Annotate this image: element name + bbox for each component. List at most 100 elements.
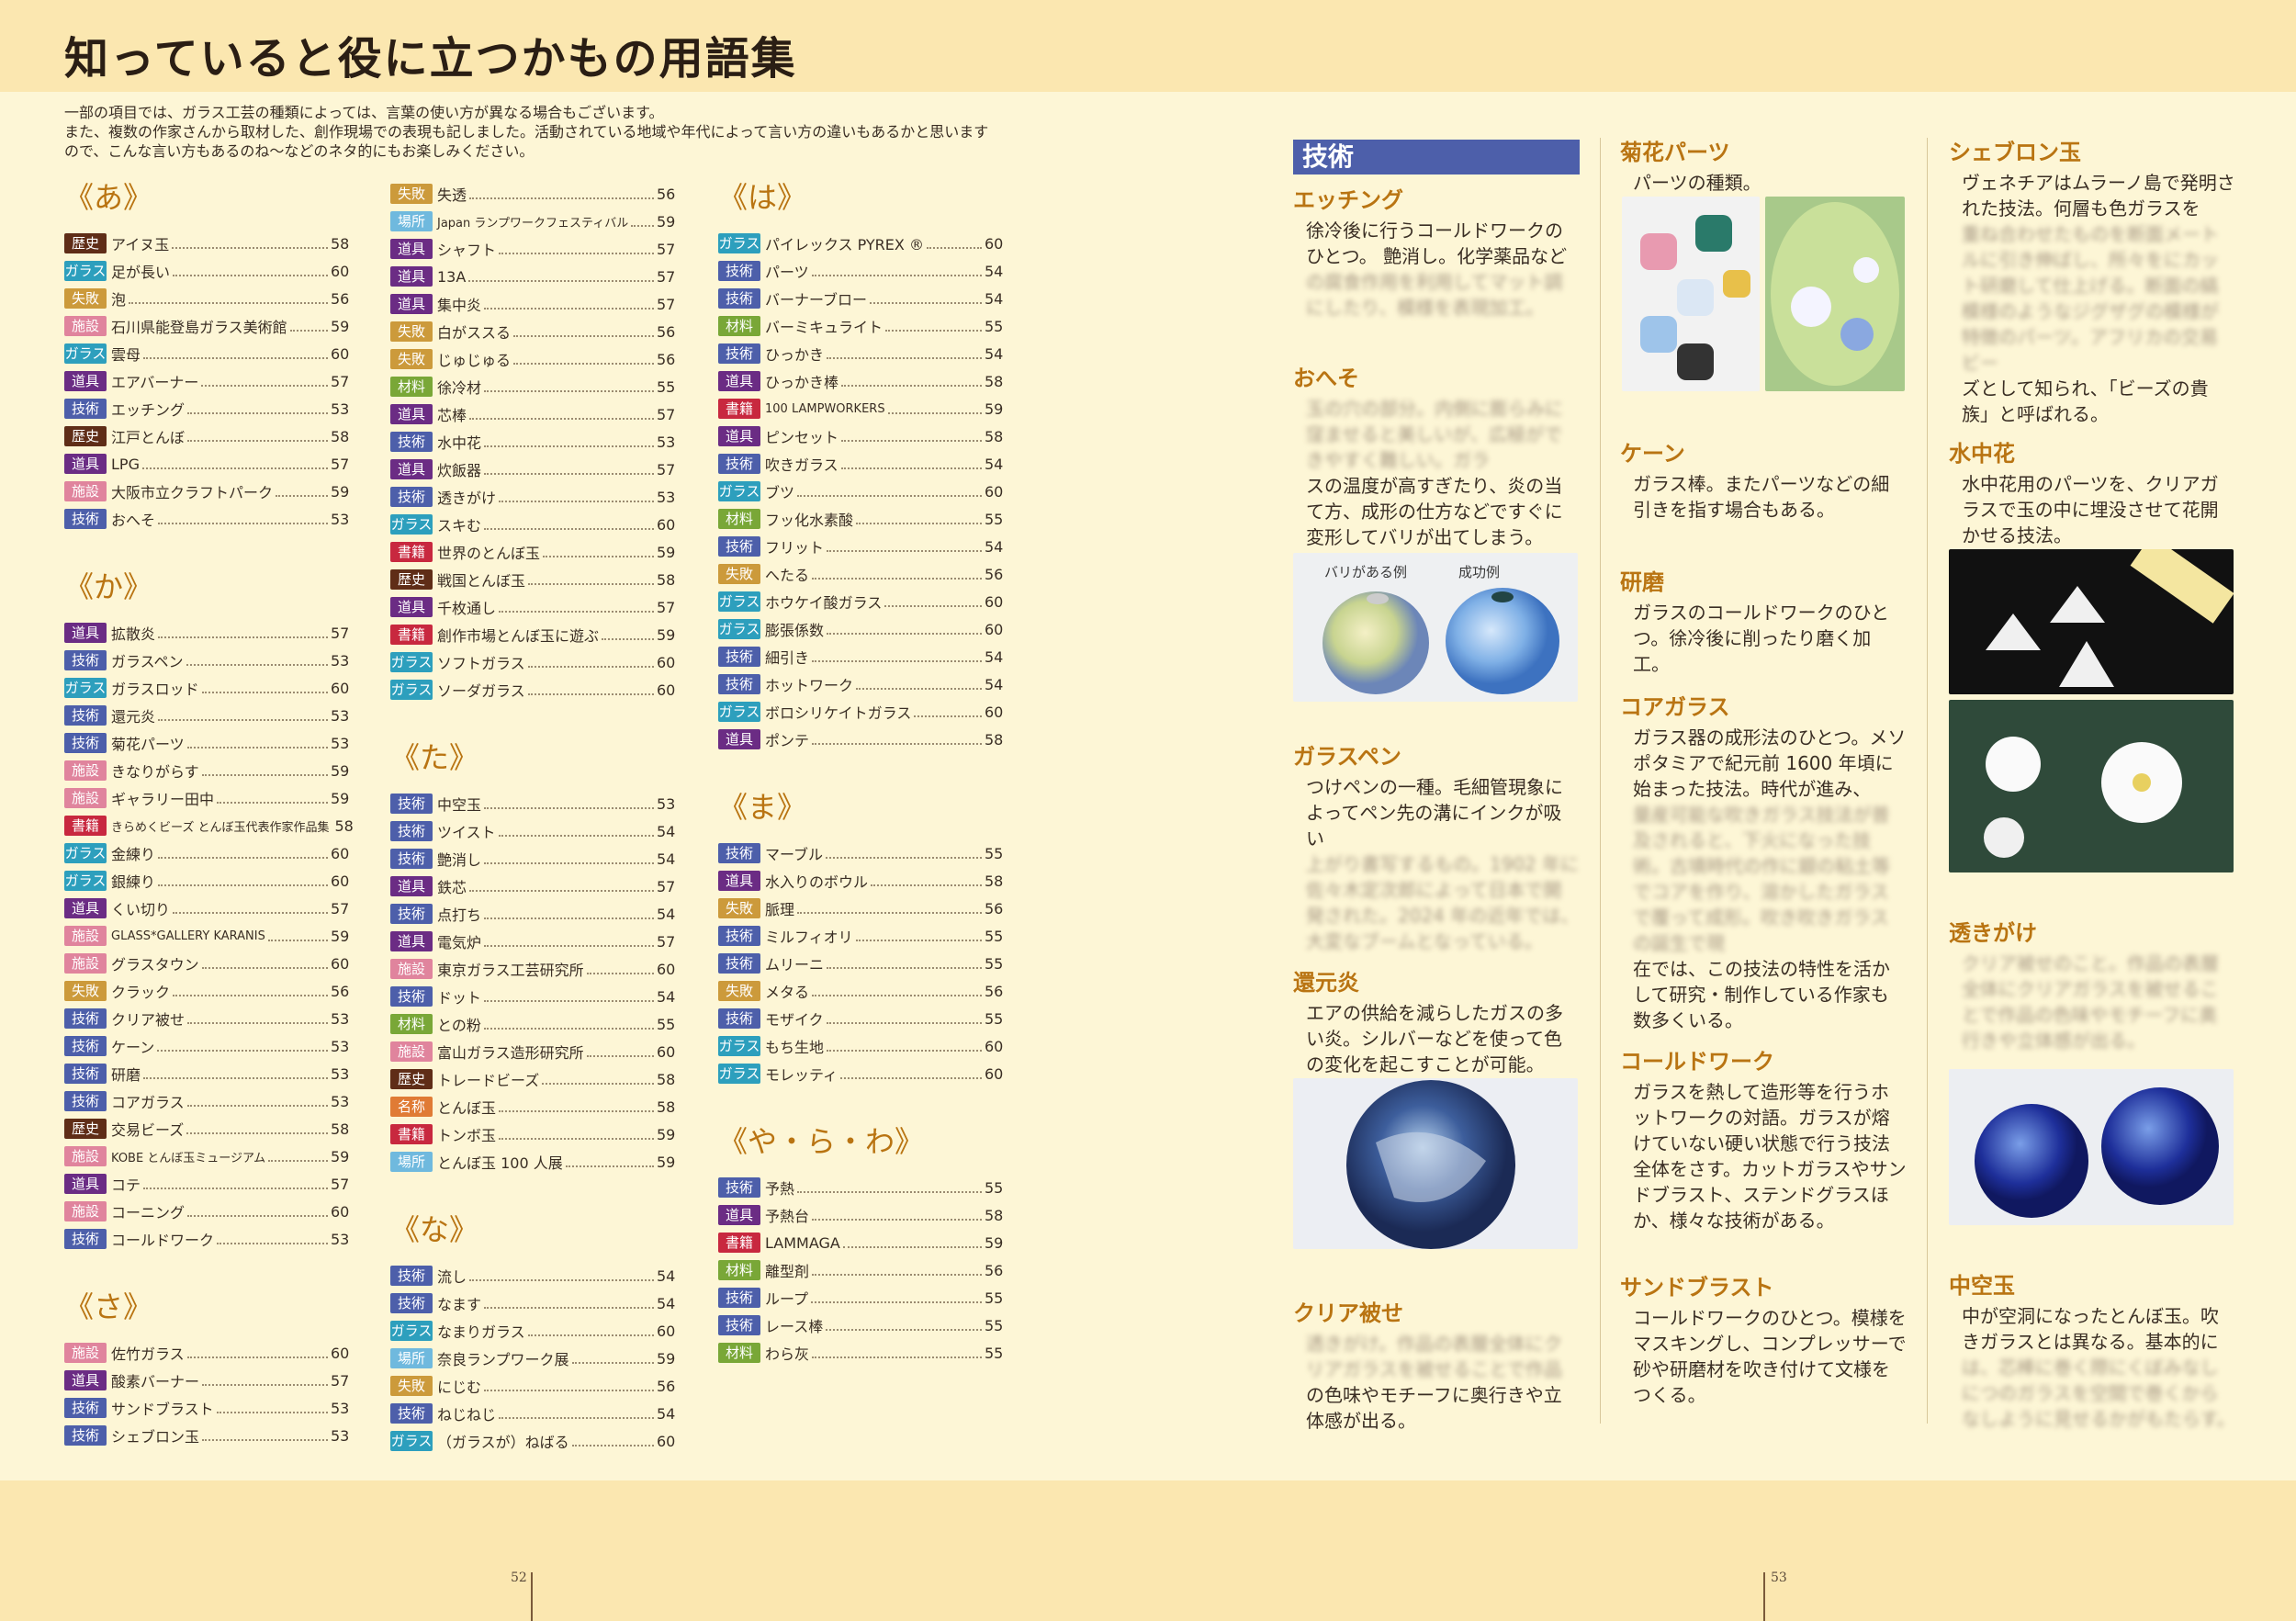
- page-ref: 56: [657, 322, 676, 341]
- page-ref: 55: [985, 510, 1004, 528]
- index-entry: ガラス もち生地 60: [718, 1032, 1003, 1060]
- page-ref: 58: [331, 234, 350, 253]
- entry-term: コテ: [111, 1176, 141, 1194]
- category-tag: 場所: [390, 211, 433, 231]
- page-ref: 60: [985, 482, 1004, 501]
- term-desc: パーツの種類。: [1633, 172, 1761, 194]
- category-tag: 技術: [390, 794, 433, 814]
- category-tag: ガラス: [718, 1036, 760, 1056]
- entry-term: ボロシリケイトガラス: [765, 704, 912, 722]
- page-number-left: 52: [511, 1570, 527, 1585]
- leader-dots: [812, 651, 982, 662]
- entry-term: 研磨: [111, 1066, 141, 1084]
- category-tag: 失敗: [718, 981, 760, 1001]
- leader-dots: [201, 765, 328, 776]
- term-desc: ガラス器の成形法のひとつ。メソポタミアで紀元前 1600 年頃に始まった技法。時…: [1633, 726, 1907, 800]
- entry-term: 石川県能登島ガラス美術館: [111, 319, 287, 336]
- page-ref: 55: [657, 1015, 676, 1033]
- page-ref: 59: [331, 927, 350, 945]
- section-heading: 《は》: [718, 180, 807, 215]
- entry-term: エアバーナー: [111, 374, 199, 391]
- leader-dots: [871, 875, 982, 886]
- index-entry: 失敗 メタる 56: [718, 977, 1003, 1005]
- leader-dots: [527, 1325, 654, 1336]
- index-entry: ガラス ソーダガラス 60: [390, 676, 675, 704]
- entry-suichuka: 水中花 水中花用のパーツを、クリアガラスで玉の中に埋没させて花開かせる技法。: [1949, 435, 2235, 548]
- entry-term: 点打ち: [437, 906, 482, 924]
- entry-term: とんぼ玉 100 人展: [437, 1154, 563, 1172]
- term-title: 還元炎: [1293, 969, 1359, 996]
- leader-dots: [856, 513, 982, 524]
- page-ref: 57: [331, 899, 350, 917]
- page-ref: 53: [657, 794, 676, 813]
- category-tag: 技術: [64, 1398, 107, 1418]
- term-desc-blurred: クリア被せのこと。作品の表層全体にクリアガラスを被せることで作品の色味やモチーフ…: [1962, 952, 2219, 1052]
- index-entry: ガラス ブツ 60: [718, 478, 1003, 505]
- page-ref: 55: [985, 317, 1004, 335]
- index-entry: 書籍 トンボ玉 59: [390, 1120, 675, 1148]
- page-ref: 55: [985, 1344, 1004, 1362]
- footer-band: [0, 1480, 2296, 1621]
- index-entry: 材料 との粉 55: [390, 1010, 675, 1038]
- index-entry: 技術 サンドブラスト 53: [64, 1394, 349, 1422]
- term-desc: スの温度が高すぎたり、炎の当て方、成形の仕方などですぐに変形してバリが出てしまう…: [1306, 475, 1563, 548]
- suichuka-parts-photo: [1949, 549, 2234, 694]
- entry-term: 予熱: [765, 1180, 795, 1198]
- category-tag: 技術: [718, 1177, 760, 1198]
- page-ref: 60: [331, 262, 350, 280]
- category-tag: 技術: [390, 1293, 433, 1313]
- index-entry: 失敗 脈理 56: [718, 895, 1003, 922]
- leader-dots: [158, 875, 328, 886]
- entry-term: 水入りのボウル: [765, 873, 869, 891]
- page-ref: 55: [985, 927, 1004, 945]
- category-tag: 技術: [718, 1008, 760, 1029]
- page-ref: 60: [657, 515, 676, 534]
- index-entry: 失敗 白がススる 56: [390, 318, 675, 345]
- category-tag: ガラス: [718, 619, 760, 639]
- page-ref: 57: [331, 455, 350, 473]
- entry-term: モレッティ: [765, 1066, 838, 1084]
- category-tag: 技術: [718, 343, 760, 364]
- category-tag: 技術: [64, 509, 107, 529]
- term-title: 透きがけ: [1949, 919, 2037, 946]
- category-tag: 材料: [718, 1343, 760, 1363]
- index-entry: 失敗 失透 56: [390, 180, 675, 208]
- index-entry: 技術 マーブル 55: [718, 839, 1003, 867]
- leader-dots: [528, 574, 654, 585]
- flower-bead-icon: [1771, 202, 1899, 386]
- page-ref: 60: [331, 844, 350, 862]
- entry-term: 交易ビーズ: [111, 1121, 185, 1139]
- category-tag: 施設: [390, 959, 433, 979]
- index-entry: 道具 LPG 57: [64, 450, 349, 478]
- index-entry: 歴史 江戸とんぼ 58: [64, 422, 349, 450]
- page-ref: 55: [985, 1316, 1004, 1334]
- term-desc: 徐冷後に行うコールドワークのひとつ。 艶消し。化学薬品など: [1306, 220, 1568, 267]
- leader-dots: [827, 958, 982, 969]
- entry-term: ピンセット: [765, 429, 839, 446]
- term-desc-blurred: 上がり書写するもの。1902 年に佐々木定次郎によって日本で開発された。2024…: [1306, 853, 1580, 952]
- entry-term: 酸素バーナー: [111, 1373, 200, 1390]
- term-desc-blurred: の腐食作用を利用してマット調にしたり、模様を表現加工。: [1306, 271, 1563, 319]
- page-ref: 58: [331, 427, 350, 445]
- entry-term: 失透: [437, 186, 467, 204]
- leader-dots: [565, 1156, 654, 1167]
- page-ref: 56: [985, 982, 1004, 1000]
- category-tag: 技術: [64, 1091, 107, 1111]
- category-tag: 技術: [390, 1266, 433, 1286]
- page-ref: 58: [985, 372, 1004, 390]
- page-ref: 57: [657, 932, 676, 951]
- leader-dots: [527, 684, 654, 695]
- page-ref: 58: [985, 1206, 1004, 1224]
- page-ref: 59: [657, 1349, 676, 1368]
- leader-dots: [157, 1041, 328, 1052]
- leader-dots: [498, 826, 654, 837]
- page-ref: 58: [985, 730, 1004, 749]
- category-header: 技術: [1293, 140, 1580, 184]
- leader-dots: [484, 519, 654, 530]
- entry-term: 還元炎: [111, 708, 156, 726]
- page-ref: 57: [657, 405, 676, 423]
- leader-dots: [527, 657, 654, 668]
- entry-etching: エッチング 徐冷後に行うコールドワークのひとつ。 艶消し。化学薬品など の腐食作…: [1293, 182, 1580, 321]
- leader-dots: [469, 188, 654, 199]
- leader-dots: [484, 298, 654, 310]
